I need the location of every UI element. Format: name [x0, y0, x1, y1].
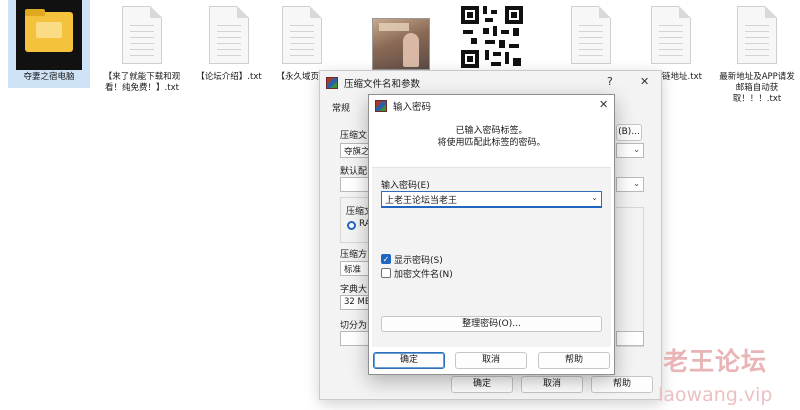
watermark-url: laowang.vip [658, 384, 773, 406]
archive-name-field[interactable]: 夺旗之 [340, 143, 370, 158]
desktop-icon-label: 【来了就能下载和观看！纯免费！】.txt [103, 72, 181, 93]
password-dialog-titlebar: 输入密码 [369, 95, 614, 117]
archive-name-label: 压缩文 [340, 131, 368, 141]
text-file-icon [209, 6, 249, 64]
encrypt-filenames-checkbox[interactable] [381, 268, 391, 278]
watermark-chinese: 老王论坛 [663, 347, 768, 376]
info-line-1: 已输入密码标签。 [455, 126, 528, 136]
split-dropdown[interactable] [616, 331, 644, 346]
dictionary-value: 32 MB [344, 297, 370, 307]
close-icon[interactable]: ✕ [599, 98, 608, 111]
cancel-button[interactable]: 取消 [521, 376, 583, 393]
dictionary-field[interactable]: 32 MB [340, 295, 370, 310]
desktop-icon-txt-free[interactable]: 【来了就能下载和观看！纯免费！】.txt [103, 0, 181, 94]
method-field[interactable]: 标准 [340, 261, 370, 276]
info-line-2: 将使用匹配此标签的密码。 [437, 138, 546, 148]
desktop-icon-txt-app[interactable]: 最新地址及APP请发邮箱自动获取！！！.txt [718, 0, 796, 105]
desktop-icon-txt-7[interactable] [552, 0, 630, 70]
show-password-checkbox[interactable]: ✓ [381, 254, 391, 264]
desktop-icon-qr-image[interactable] [452, 0, 532, 72]
default-profile-label: 默认配 [340, 167, 368, 177]
browse-button[interactable]: (B)... [616, 124, 642, 141]
split-field[interactable] [340, 331, 370, 346]
password-cancel-button[interactable]: 取消 [455, 352, 527, 369]
password-ok-button[interactable]: 确定 [373, 352, 445, 369]
profile-dropdown[interactable]: ⌄ [616, 177, 644, 192]
rar-radio[interactable] [347, 221, 356, 230]
archive-dialog-title: 压缩文件名和参数 [344, 79, 421, 90]
desktop-icon-folder[interactable]: 夺妻之宿电脑 [8, 0, 90, 88]
desktop-icon-label: 最新地址及APP请发邮箱自动获取！！！.txt [719, 72, 795, 104]
password-dialog: 输入密码 ✕ 已输入密码标签。 将使用匹配此标签的密码。 输入密码(E) 上老王… [368, 94, 615, 375]
qr-code-icon [457, 2, 527, 72]
organize-passwords-button[interactable]: 整理密码(O)... [381, 316, 602, 332]
password-info: 已输入密码标签。 将使用匹配此标签的密码。 [369, 125, 614, 149]
password-dialog-title: 输入密码 [393, 102, 432, 113]
text-file-icon [571, 6, 611, 64]
close-icon[interactable]: ✕ [640, 75, 649, 88]
show-password-label: 显示密码(S) [394, 256, 443, 266]
method-label: 压缩方 [340, 250, 368, 260]
options-group [616, 207, 644, 347]
desktop-icon-txt-forum[interactable]: 【论坛介绍】.txt [190, 0, 268, 83]
text-file-icon [282, 6, 322, 64]
text-file-icon [737, 6, 777, 64]
desktop-icon-label: 【论坛介绍】.txt [196, 72, 262, 82]
chevron-down-icon: ⌄ [633, 179, 640, 188]
help-title-button[interactable]: ? [607, 75, 613, 88]
help-button[interactable]: 帮助 [591, 376, 653, 393]
method-value: 标准 [344, 265, 362, 275]
winrar-icon [375, 100, 387, 112]
archive-name-dropdown[interactable]: ⌄ [616, 143, 644, 158]
password-value: 上老王论坛当老王 [385, 196, 458, 206]
tab-general[interactable]: 常规 [332, 101, 350, 114]
winrar-icon [326, 77, 338, 89]
format-label: 压缩文 [346, 207, 370, 217]
encrypt-filenames-label: 加密文件名(N) [394, 270, 453, 280]
enter-password-label: 输入密码(E) [381, 181, 430, 191]
ok-button[interactable]: 确定 [451, 376, 513, 393]
text-file-icon [651, 6, 691, 64]
image-thumbnail-icon [372, 18, 430, 70]
folder-icon [16, 0, 82, 70]
chevron-down-icon: ⌄ [633, 145, 640, 154]
split-label: 切分为 [340, 321, 368, 331]
dictionary-label: 字典大 [340, 285, 368, 295]
profile-field[interactable] [340, 177, 370, 192]
desktop-icon-label: 夺妻之宿电脑 [23, 72, 75, 82]
password-dialog-body: 输入密码(E) 上老王论坛当老王 ⌄ ✓ 显示密码(S) 加密文件名(N) 整理… [372, 167, 611, 347]
desktop-icon-game-image[interactable] [366, 0, 436, 70]
password-input[interactable]: 上老王论坛当老王 ⌄ [381, 191, 602, 208]
chevron-down-icon[interactable]: ⌄ [591, 193, 598, 202]
archive-name-value: 夺旗之 [344, 147, 370, 157]
password-help-button[interactable]: 帮助 [538, 352, 610, 369]
text-file-icon [122, 6, 162, 64]
